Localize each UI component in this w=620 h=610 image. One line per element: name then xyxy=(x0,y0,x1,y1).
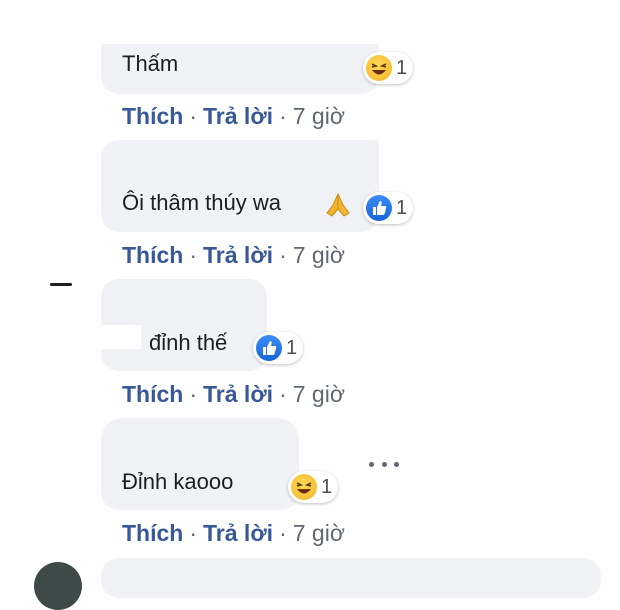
comment-actions: Thích · Trả lời · 7 giờ xyxy=(122,381,345,408)
reaction-count: 1 xyxy=(396,56,408,79)
more-options-icon[interactable] xyxy=(369,454,399,474)
reaction-badge[interactable]: 1 xyxy=(363,192,414,224)
like-link[interactable]: Thích xyxy=(122,520,183,546)
reply-link[interactable]: Trả lời xyxy=(203,381,273,407)
separator-dot: · xyxy=(189,242,198,268)
separator-dot: · xyxy=(189,381,198,407)
comment-text: Đỉnh kaooo xyxy=(122,469,234,494)
comment-actions: Thích · Trả lời · 7 giờ xyxy=(122,242,345,269)
separator-dot: · xyxy=(279,242,287,268)
comment-actions: Thích · Trả lời · 7 giờ xyxy=(122,520,345,547)
comment-bubble xyxy=(101,418,299,510)
separator-dot: · xyxy=(189,520,198,546)
comment-text-value: Ôi thâm thúy wa xyxy=(122,190,281,215)
reaction-badge[interactable]: 1 xyxy=(253,332,304,364)
reaction-count: 1 xyxy=(286,336,298,359)
timestamp[interactable]: 7 giờ xyxy=(293,520,345,546)
separator-dot: · xyxy=(279,520,287,546)
avatar-fragment xyxy=(50,283,72,286)
like-link[interactable]: Thích xyxy=(122,103,183,129)
separator-dot: · xyxy=(279,103,287,129)
comment-text: Thấm xyxy=(122,51,179,76)
comment-actions: Thích · Trả lời · 7 giờ xyxy=(122,103,345,130)
reaction-count: 1 xyxy=(396,196,408,219)
haha-icon xyxy=(291,474,317,500)
like-icon xyxy=(366,195,392,221)
comment-text: đỉnh thế xyxy=(149,330,228,355)
comment-text: Ôi thâm thúy wa xyxy=(122,190,281,216)
like-link[interactable]: Thích xyxy=(122,381,183,407)
avatar[interactable] xyxy=(34,562,82,610)
reaction-count: 1 xyxy=(321,475,333,498)
folded-hands-icon xyxy=(326,192,350,217)
bubble-inner xyxy=(101,325,141,349)
separator-dot: · xyxy=(189,103,198,129)
reaction-badge[interactable]: 1 xyxy=(288,471,339,503)
like-icon xyxy=(256,335,282,361)
reply-link[interactable]: Trả lời xyxy=(203,103,273,129)
haha-icon xyxy=(366,55,392,81)
timestamp[interactable]: 7 giờ xyxy=(293,242,345,268)
reaction-badge[interactable]: 1 xyxy=(363,52,414,84)
timestamp[interactable]: 7 giờ xyxy=(293,381,345,407)
separator-dot: · xyxy=(279,381,287,407)
comment-bubble xyxy=(101,558,601,598)
reply-link[interactable]: Trả lời xyxy=(203,242,273,268)
like-link[interactable]: Thích xyxy=(122,242,183,268)
reply-link[interactable]: Trả lời xyxy=(203,520,273,546)
timestamp[interactable]: 7 giờ xyxy=(293,103,345,129)
